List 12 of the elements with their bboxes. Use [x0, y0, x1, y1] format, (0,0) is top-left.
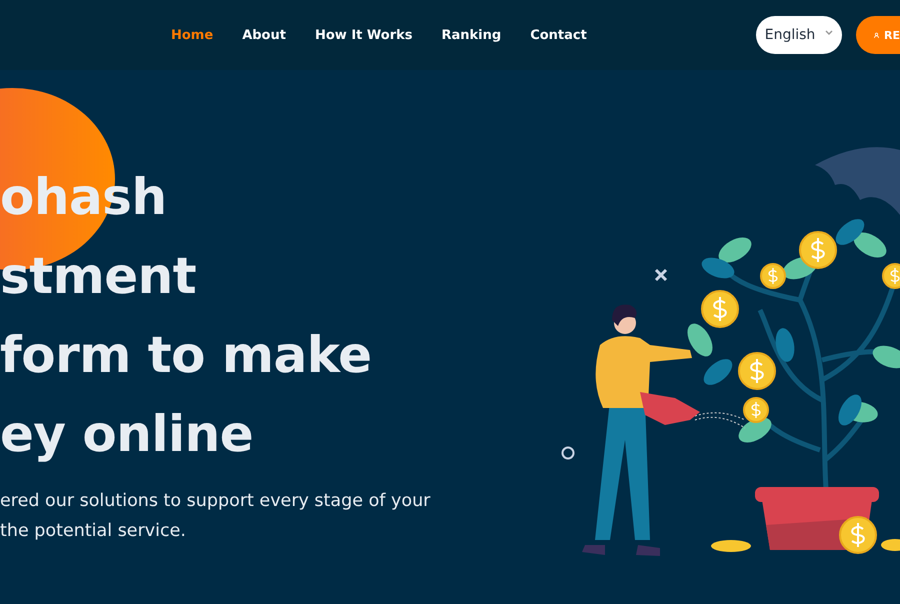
nav-link[interactable]: Contact [530, 28, 587, 42]
nav-link[interactable]: Home [171, 28, 214, 42]
hero-subtitle: ered our solutions to support every stage of your [0, 490, 430, 513]
nav-link[interactable]: About [242, 28, 286, 42]
language-select[interactable]: English [756, 16, 842, 54]
hero-title: ey online [0, 404, 254, 465]
nav-link[interactable]: Ranking [442, 28, 502, 42]
nav-link[interactable]: How It Works [314, 28, 412, 42]
hero-subtitle: the potential service. [0, 520, 186, 543]
hero-title: form to make [0, 325, 372, 386]
hero-title: stment [0, 246, 196, 307]
caret-icon [825, 30, 834, 36]
